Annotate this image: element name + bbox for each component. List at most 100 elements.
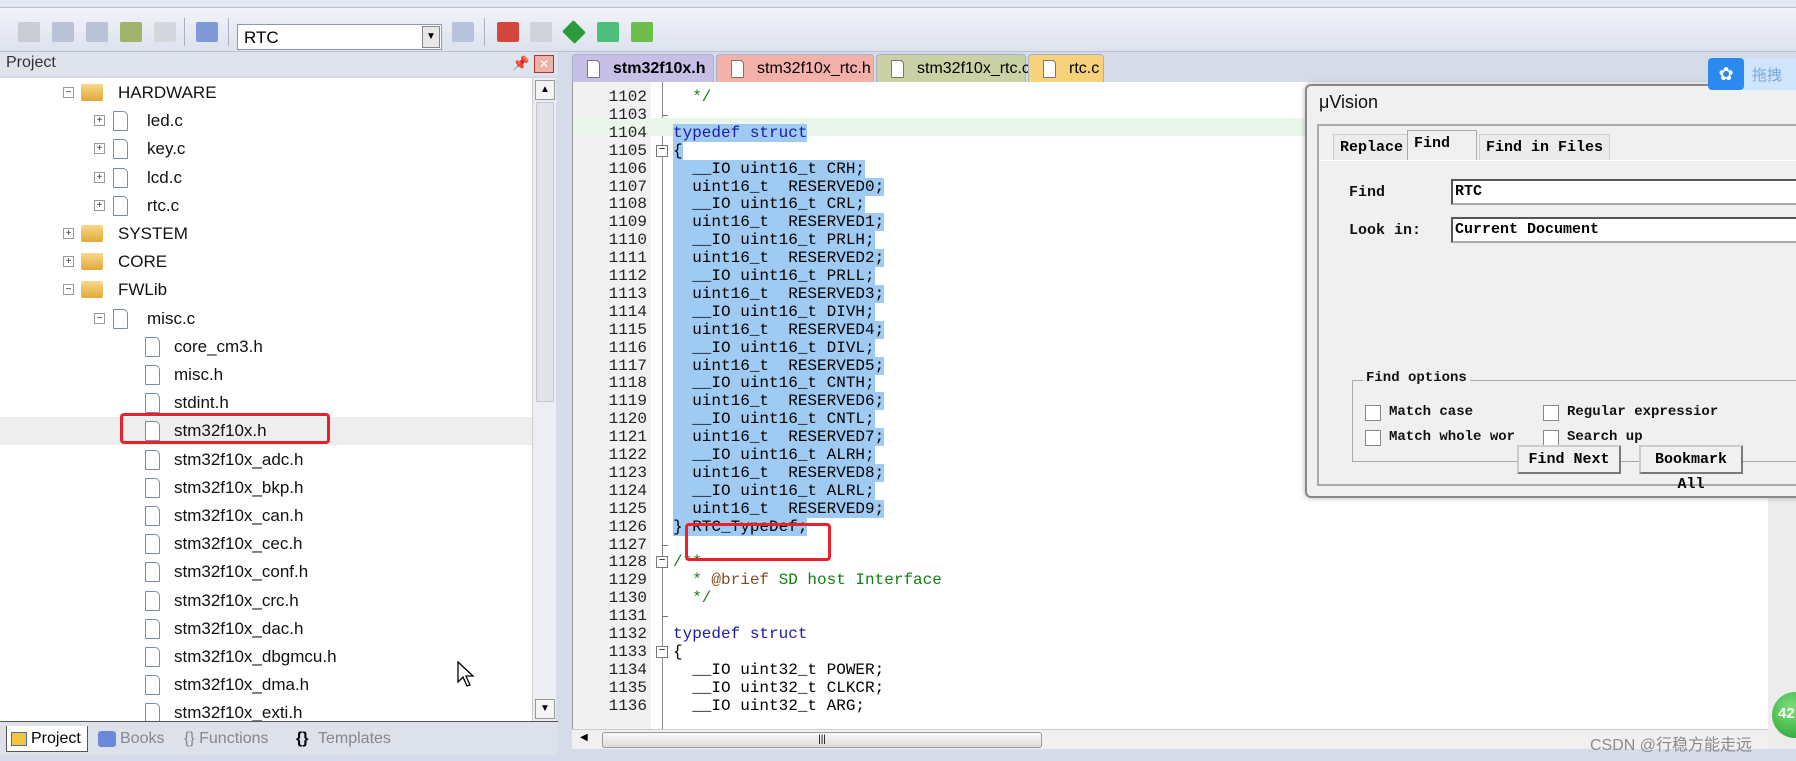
tree-item[interactable]: stm32f10x_dma.h: [0, 671, 532, 699]
line-number: 1113: [608, 284, 647, 303]
tree-item[interactable]: misc.h: [0, 361, 532, 389]
tab-project[interactable]: Project: [6, 726, 88, 752]
code-text: {: [673, 642, 683, 661]
editor-tab[interactable]: stm32f10x_rtc.h: [716, 54, 874, 82]
tab-find-in-files[interactable]: Find in Files: [1479, 134, 1611, 160]
editor-tab[interactable]: stm32f10x_rtc.c: [876, 54, 1030, 82]
editor-tabs: stm32f10x.h stm32f10x_rtc.h stm32f10x_rtc.…: [572, 52, 1796, 84]
manage-components-icon[interactable]: [497, 22, 519, 42]
collapse-icon[interactable]: −: [63, 284, 74, 296]
tab-label: Templates: [318, 730, 391, 747]
fold-toggle-icon[interactable]: −: [656, 645, 668, 658]
tree-item[interactable]: stm32f10x_bkp.h: [0, 474, 532, 502]
scroll-up-button[interactable]: ▲: [535, 80, 555, 100]
expand-icon[interactable]: +: [63, 228, 74, 239]
find-next-button[interactable]: Find Next: [1517, 445, 1621, 474]
scroll-down-button[interactable]: ▼: [535, 699, 555, 719]
load-icon[interactable]: [196, 22, 218, 42]
code-text: uint16_t RESERVED7;: [673, 428, 885, 447]
download-icon[interactable]: [86, 22, 108, 42]
file-icon: [145, 675, 160, 696]
select-packs-icon[interactable]: [530, 22, 552, 42]
find-input[interactable]: RTC: [1451, 179, 1796, 205]
code-text: __IO uint16_t ALRH;: [673, 446, 875, 464]
tree-item[interactable]: stm32f10x_can.h: [0, 502, 532, 530]
tree-item[interactable]: + CORE: [0, 248, 532, 276]
scroll-left-icon[interactable]: ◀: [580, 732, 588, 743]
file-icon: [145, 647, 160, 667]
tree-item[interactable]: + led.c: [0, 107, 532, 135]
fold-toggle-icon[interactable]: −: [656, 144, 668, 157]
download-icon[interactable]: [52, 22, 74, 42]
match-case-checkbox[interactable]: [1365, 405, 1381, 421]
tree-item[interactable]: − HARDWARE: [0, 79, 532, 107]
tree-item[interactable]: stm32f10x_cec.h: [0, 530, 532, 558]
tab-replace[interactable]: Replace: [1333, 134, 1411, 160]
translate-icon[interactable]: [154, 22, 176, 42]
tab-books[interactable]: Books: [96, 726, 164, 752]
tree-item[interactable]: − misc.c: [0, 305, 532, 333]
tree-item[interactable]: core_cm3.h: [0, 333, 532, 361]
editor-tab[interactable]: rtc.c: [1028, 54, 1104, 82]
fold-toggle-icon[interactable]: −: [656, 556, 668, 569]
scroll-thumb[interactable]: [536, 102, 554, 402]
chevron-down-icon[interactable]: ▼: [422, 26, 440, 48]
tree-item[interactable]: stm32f10x_crc.h: [0, 587, 532, 615]
tree-item[interactable]: stm32f10x_dac.h: [0, 615, 532, 643]
regex-checkbox[interactable]: [1543, 405, 1559, 421]
search-up-checkbox[interactable]: [1543, 430, 1559, 446]
tab-templates[interactable]: {} Templates: [294, 726, 391, 752]
tree-item[interactable]: stm32f10x_exti.h: [0, 699, 532, 721]
tab-functions[interactable]: {} Functions: [184, 726, 269, 752]
target-select[interactable]: RTC: [237, 24, 442, 50]
code-text: __IO uint16_t CRH;: [673, 159, 866, 178]
file-icon: [113, 195, 128, 216]
magic-wand-icon[interactable]: [452, 22, 474, 42]
expand-icon[interactable]: +: [63, 256, 74, 268]
tab-label: Project: [31, 730, 81, 747]
tree-item[interactable]: + rtc.c: [0, 192, 532, 220]
bookmark-all-button[interactable]: Bookmark All: [1639, 445, 1743, 493]
editor-tab[interactable]: stm32f10x.h: [572, 54, 714, 84]
tab-label: {} Functions: [184, 730, 269, 747]
tree-item-label: stm32f10x_crc.h: [174, 590, 299, 610]
tree-item[interactable]: + key.c: [0, 135, 532, 163]
collapse-icon[interactable]: −: [63, 87, 74, 98]
tree-scrollbar[interactable]: ▲ ▼: [532, 78, 556, 721]
tree-item[interactable]: stm32f10x_adc.h: [0, 446, 532, 474]
line-number: 1102: [608, 88, 647, 106]
batch-build-icon[interactable]: [18, 22, 40, 42]
pin-icon[interactable]: 📌: [512, 55, 529, 72]
tree-item[interactable]: stm32f10x_dbgmcu.h: [0, 643, 532, 671]
expand-icon[interactable]: +: [94, 143, 105, 155]
project-panel-title: Project: [0, 52, 558, 76]
scroll-thumb[interactable]: |||: [602, 732, 1042, 748]
tree-item[interactable]: stm32f10x_conf.h: [0, 558, 532, 586]
find-label: Find: [1349, 184, 1386, 201]
tree-item[interactable]: − FWLib: [0, 276, 532, 304]
tab-label: rtc.c: [1069, 60, 1100, 77]
expand-icon[interactable]: +: [94, 199, 105, 211]
file-icon: [113, 167, 128, 188]
collapse-icon[interactable]: −: [94, 312, 105, 324]
filter-icon[interactable]: [597, 22, 619, 42]
tree-item[interactable]: + SYSTEM: [0, 220, 532, 248]
pack-installer-icon[interactable]: [562, 20, 586, 44]
options-icon[interactable]: [631, 22, 653, 42]
regex-label: Regular expressior: [1567, 404, 1719, 420]
splitter[interactable]: [558, 52, 572, 761]
horizontal-scrollbar[interactable]: ◀ |||: [572, 729, 1768, 749]
code-line: 1135 __IO uint32_t CLKCR;: [573, 679, 1768, 697]
match-whole-word-checkbox[interactable]: [1365, 430, 1381, 446]
tab-find[interactable]: Find: [1407, 130, 1477, 161]
code-line: 1129 * @brief SD host Interface: [573, 571, 1768, 589]
close-icon[interactable]: ✕: [534, 55, 554, 73]
tree-item[interactable]: + lcd.c: [0, 164, 532, 192]
expand-icon[interactable]: +: [94, 115, 105, 127]
tree-item-label: lcd.c: [147, 167, 182, 187]
look-in-select[interactable]: Current Document: [1451, 217, 1796, 243]
expand-icon[interactable]: +: [94, 171, 105, 183]
highlight-box: [120, 413, 330, 444]
layers-icon[interactable]: [120, 22, 142, 42]
baidu-float-widget[interactable]: ✿ 拖拽: [1708, 58, 1796, 90]
